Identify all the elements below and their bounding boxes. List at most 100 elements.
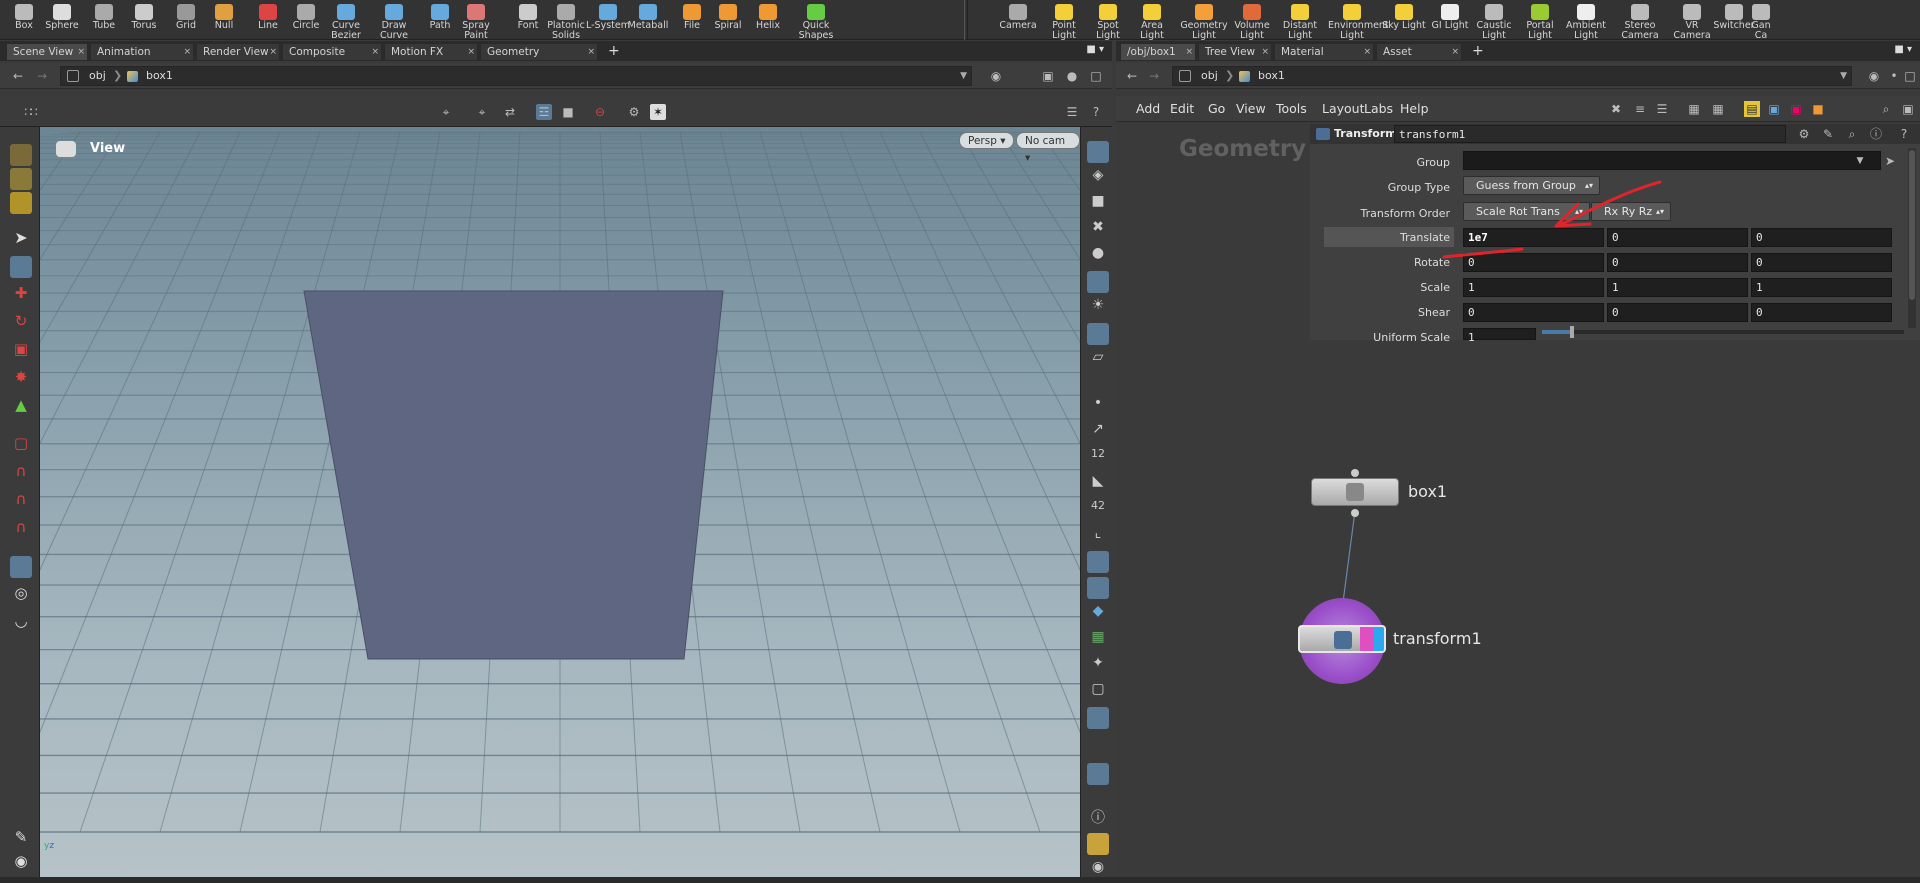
rotation-order-menu[interactable]: Rx Ry Rz ▴▾: [1591, 202, 1671, 221]
tab-obj-box1[interactable]: /obj/box1 ×: [1120, 43, 1196, 60]
menu-labs[interactable]: Labs: [1364, 101, 1393, 116]
bones-icon[interactable]: ✦: [1087, 655, 1109, 677]
path-node[interactable]: box1: [1258, 67, 1285, 85]
snap-point-icon[interactable]: ⌖: [438, 104, 454, 120]
search-icon[interactable]: ⌕: [1844, 126, 1860, 142]
render-icon[interactable]: ⚙: [626, 104, 642, 120]
shelf-tool-metaball[interactable]: Metaball: [624, 2, 672, 38]
close-icon[interactable]: ×: [467, 44, 475, 61]
help-icon[interactable]: ?: [1896, 126, 1912, 142]
settings-icon[interactable]: ✶: [650, 104, 666, 120]
shear-y-field[interactable]: 0: [1607, 303, 1748, 322]
transform1-node[interactable]: [1298, 625, 1386, 653]
display-flag[interactable]: [1374, 627, 1384, 651]
vertex-icon[interactable]: ◣: [1087, 473, 1109, 495]
pane-menu-icon[interactable]: ■ ▾: [1086, 44, 1104, 55]
shelf-tool-draw-curve[interactable]: Draw Curve: [370, 2, 418, 41]
hide-icon[interactable]: ✖: [1087, 219, 1109, 241]
input-connector[interactable]: [1351, 469, 1359, 477]
edge-icon[interactable]: ⌞: [1087, 525, 1109, 547]
list-icon[interactable]: ☰: [1654, 101, 1670, 117]
points-icon[interactable]: •: [1087, 395, 1109, 417]
translate-z-field[interactable]: 0: [1751, 228, 1892, 247]
path-node[interactable]: box1: [146, 67, 173, 85]
shelf-tool-ambient-light[interactable]: Ambient Light: [1562, 2, 1610, 41]
menu-view[interactable]: View: [1236, 101, 1266, 116]
menu-layout[interactable]: Layout: [1322, 101, 1365, 116]
tree-icon[interactable]: ≡: [1632, 101, 1648, 117]
menu-help[interactable]: Help: [1400, 101, 1429, 116]
persp-menu[interactable]: Persp ▾: [959, 132, 1015, 149]
magnet-icon[interactable]: ∩: [10, 518, 32, 540]
tab-render-view[interactable]: Render View ×: [196, 43, 280, 60]
shelf-tool-platonic-solids[interactable]: Platonic Solids: [542, 2, 590, 41]
normals-icon[interactable]: ↗: [1087, 421, 1109, 443]
eye-icon[interactable]: ◉: [10, 852, 32, 874]
shelf-tool-sphere[interactable]: Sphere: [38, 2, 86, 38]
path-root[interactable]: obj: [89, 67, 106, 85]
uniform-scale-slider[interactable]: [1542, 326, 1904, 338]
pin-location-icon[interactable]: [1087, 763, 1109, 785]
close-icon[interactable]: ×: [587, 44, 595, 61]
menu-edit[interactable]: Edit: [1170, 101, 1194, 116]
transform-icon[interactable]: ▢: [10, 434, 32, 456]
tab-composite-view[interactable]: Composite View×: [282, 43, 382, 75]
headlight-icon[interactable]: ☀: [1087, 297, 1109, 319]
close-icon[interactable]: ×: [269, 44, 277, 61]
palette-icon[interactable]: ▣: [1788, 101, 1804, 117]
brush-select-icon[interactable]: [10, 168, 32, 190]
box1-node[interactable]: [1311, 469, 1399, 517]
add-tab-icon[interactable]: +: [1472, 43, 1484, 59]
lock-icon[interactable]: [10, 256, 32, 278]
path-root[interactable]: obj: [1201, 67, 1218, 85]
move-icon[interactable]: ✚: [10, 284, 32, 306]
tab-motion-fx-view[interactable]: Motion FX View×: [384, 43, 478, 75]
tab-scene-view[interactable]: Scene View ×: [6, 43, 88, 60]
snap-grid-icon[interactable]: ∷∷: [22, 104, 38, 120]
display-options-icon[interactable]: ☰: [1064, 104, 1080, 120]
translate-x-field[interactable]: 1e7: [1463, 228, 1604, 247]
close-icon[interactable]: ×: [183, 44, 191, 61]
wireframe-icon[interactable]: [1087, 141, 1109, 163]
transform-order-menu[interactable]: Scale Rot Trans ▴▾: [1463, 202, 1590, 221]
shear-x-field[interactable]: 0: [1463, 303, 1604, 322]
output-connector[interactable]: [1351, 509, 1359, 517]
help-icon[interactable]: ?: [1088, 104, 1104, 120]
camera-icon[interactable]: ▣: [1900, 101, 1916, 117]
view-tool-icon[interactable]: [10, 556, 32, 578]
prim-numbers-icon[interactable]: 12: [1087, 447, 1109, 469]
shelf-tool-area-light[interactable]: Area Light: [1128, 2, 1176, 41]
shading-icon[interactable]: [1087, 577, 1109, 599]
pin-icon[interactable]: ◉: [1866, 68, 1882, 84]
snap-edge-icon[interactable]: ⌖: [474, 104, 490, 120]
group-field[interactable]: [1463, 151, 1881, 170]
close-icon[interactable]: ×: [1185, 44, 1193, 61]
background-icon[interactable]: [1087, 707, 1109, 729]
chevron-down-icon[interactable]: ▼: [960, 67, 967, 85]
box-plane[interactable]: [40, 127, 1080, 877]
snap-active-icon[interactable]: ☲: [536, 104, 552, 120]
tiles-icon[interactable]: ▦: [1710, 101, 1726, 117]
close-icon[interactable]: ×: [371, 44, 379, 61]
scale-y-field[interactable]: 1: [1607, 278, 1748, 297]
rotate-z-field[interactable]: 0: [1751, 253, 1892, 272]
shelf-tool-sky-light[interactable]: Sky Light: [1380, 2, 1428, 38]
scene-viewport[interactable]: View Persp ▾ No cam ▾ yz: [40, 127, 1080, 877]
layer-icon[interactable]: ▱: [1087, 349, 1109, 371]
sphere-shade-icon[interactable]: ●: [1087, 245, 1109, 267]
shelf-tool-portal-light[interactable]: Portal Light: [1516, 2, 1564, 41]
shelf-tool-torus[interactable]: Torus: [120, 2, 168, 38]
diamond-icon[interactable]: ◆: [1087, 603, 1109, 625]
select-icon[interactable]: [10, 144, 32, 166]
window-icon[interactable]: □: [1088, 68, 1104, 84]
sticky-note-icon[interactable]: ▤: [1744, 101, 1760, 117]
menu-tools[interactable]: Tools: [1276, 101, 1307, 116]
quad-view-icon[interactable]: [1087, 833, 1109, 855]
no-entry-icon[interactable]: ⊖: [592, 104, 608, 120]
tools-icon[interactable]: ✖: [1608, 101, 1624, 117]
path-selector[interactable]: obj ❯ box1 ▼: [60, 66, 972, 86]
lock-icon[interactable]: ■: [1087, 193, 1109, 215]
menu-go[interactable]: Go: [1208, 101, 1225, 116]
uniform-scale-field[interactable]: 1: [1463, 328, 1536, 344]
shear-z-field[interactable]: 0: [1751, 303, 1892, 322]
